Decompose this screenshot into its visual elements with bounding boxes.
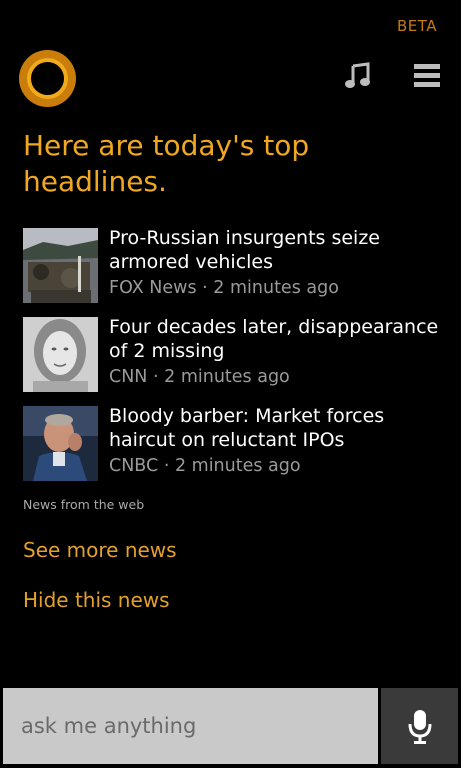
news-thumbnail[interactable] xyxy=(23,228,98,303)
news-time: 2 minutes ago xyxy=(174,456,301,476)
news-list: Pro-Russian insurgents seize armored veh… xyxy=(23,226,443,493)
bottom-bar xyxy=(0,684,461,768)
beta-label: BETA xyxy=(396,17,437,35)
news-source: CNBC xyxy=(109,456,159,476)
search-input[interactable] xyxy=(3,688,378,764)
source-note: News from the web xyxy=(23,497,145,512)
news-meta: FOX News · 2 minutes ago xyxy=(109,278,339,298)
list-item[interactable]: Pro-Russian insurgents seize armored veh… xyxy=(23,226,443,315)
microphone-icon xyxy=(408,710,432,744)
news-time: 2 minutes ago xyxy=(164,367,290,387)
news-meta: CNBC · 2 minutes ago xyxy=(109,456,301,476)
news-thumbnail[interactable] xyxy=(23,317,98,392)
hide-news-link[interactable]: Hide this news xyxy=(23,588,170,612)
music-note-icon[interactable] xyxy=(344,62,372,90)
cortana-screen: BETA Here are today's top headlines. Pro… xyxy=(0,0,461,768)
page-title: Here are today's top headlines. xyxy=(23,129,310,198)
news-title[interactable]: Bloody barber: Market forces haircut on … xyxy=(109,404,449,452)
list-item[interactable]: Bloody barber: Market forces haircut on … xyxy=(23,404,443,493)
news-time: 2 minutes ago xyxy=(213,278,339,298)
news-thumbnail[interactable] xyxy=(23,406,98,481)
mic-button[interactable] xyxy=(381,688,458,764)
news-source: CNN xyxy=(109,367,148,387)
hamburger-menu-icon[interactable] xyxy=(414,64,440,88)
list-item[interactable]: Four decades later, disappearance of 2 m… xyxy=(23,315,443,404)
news-title[interactable]: Four decades later, disappearance of 2 m… xyxy=(109,315,449,363)
news-source: FOX News xyxy=(109,278,197,298)
news-meta: CNN · 2 minutes ago xyxy=(109,367,290,387)
news-title[interactable]: Pro-Russian insurgents seize armored veh… xyxy=(109,226,449,274)
cortana-ring-icon[interactable] xyxy=(19,50,76,107)
see-more-news-link[interactable]: See more news xyxy=(23,538,177,562)
